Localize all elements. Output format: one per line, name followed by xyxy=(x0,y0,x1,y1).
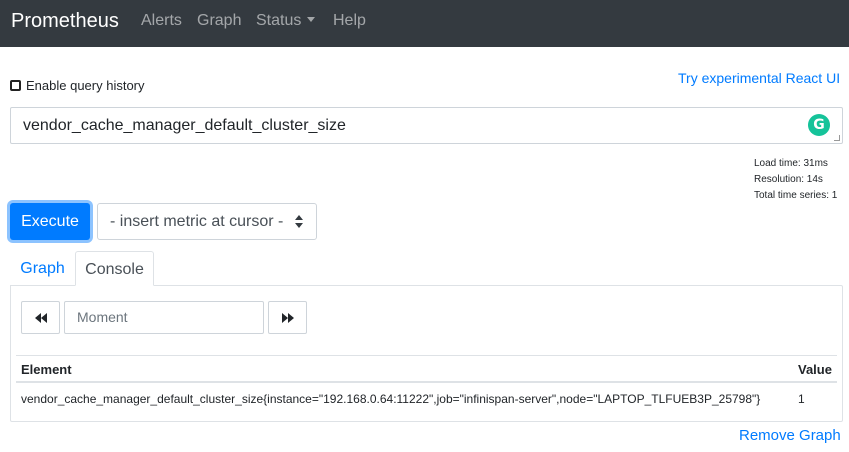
insert-metric-select[interactable]: - insert metric at cursor - xyxy=(97,203,317,240)
table-header-border xyxy=(16,381,837,383)
backward-icon xyxy=(34,312,47,323)
total-time-series: Total time series: 1 xyxy=(754,190,838,201)
insert-metric-label: - insert metric at cursor - xyxy=(110,213,284,230)
chevron-down-icon xyxy=(307,17,316,22)
select-arrows-icon xyxy=(295,215,303,228)
column-header-element: Element xyxy=(21,362,72,377)
grammarly-icon[interactable]: G xyxy=(808,114,830,136)
query-history-toggle[interactable]: Enable query history xyxy=(10,78,145,93)
nav-status-dropdown[interactable]: Status xyxy=(256,11,316,31)
table-row-value: 1 xyxy=(798,392,805,406)
forward-icon xyxy=(281,312,294,323)
nav-status-label: Status xyxy=(256,12,302,29)
tab-console[interactable]: Console xyxy=(75,251,154,286)
query-stats: Load time: 31ms Resolution: 14s Total ti… xyxy=(754,156,837,204)
resolution: Resolution: 14s xyxy=(754,174,823,185)
top-navbar: Prometheus Alerts Graph Status Help xyxy=(0,0,849,47)
brand-logo[interactable]: Prometheus xyxy=(11,9,119,33)
resize-grip-icon[interactable] xyxy=(834,135,840,141)
moment-back-button[interactable] xyxy=(21,301,60,334)
tab-graph[interactable]: Graph xyxy=(10,251,75,286)
nav-alerts[interactable]: Alerts xyxy=(141,11,182,31)
query-history-checkbox[interactable] xyxy=(10,80,21,91)
moment-forward-button[interactable] xyxy=(268,301,307,334)
nav-help[interactable]: Help xyxy=(333,11,366,31)
column-header-value: Value xyxy=(798,362,832,377)
expression-input[interactable]: vendor_cache_manager_default_cluster_siz… xyxy=(10,107,843,144)
react-ui-link[interactable]: Try experimental React UI xyxy=(678,70,840,86)
execute-button[interactable]: Execute xyxy=(10,203,90,240)
load-time: Load time: 31ms xyxy=(754,158,828,169)
table-row-element: vendor_cache_manager_default_cluster_siz… xyxy=(21,392,761,406)
nav-graph[interactable]: Graph xyxy=(197,11,241,31)
expression-text: vendor_cache_manager_default_cluster_siz… xyxy=(23,117,346,134)
query-history-label: Enable query history xyxy=(26,78,145,93)
remove-graph-link[interactable]: Remove Graph xyxy=(739,427,841,444)
table-top-border xyxy=(16,355,837,356)
moment-input[interactable]: Moment xyxy=(64,301,264,334)
